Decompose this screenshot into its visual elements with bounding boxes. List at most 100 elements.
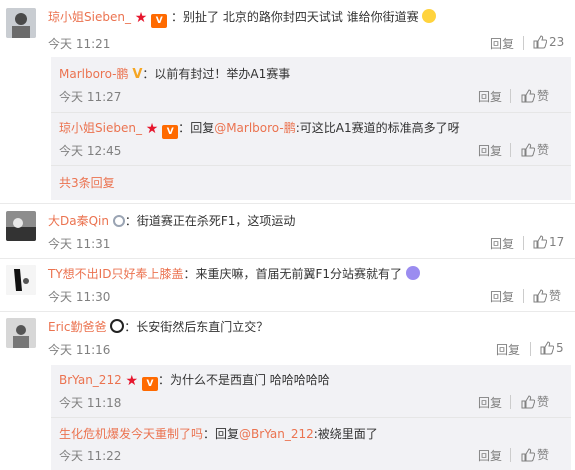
divider	[523, 289, 524, 303]
avatar[interactable]	[6, 318, 36, 348]
divider	[51, 112, 571, 113]
colon: ：	[124, 214, 137, 228]
medal-icon	[112, 215, 125, 227]
mention-link[interactable]: @Marlboro-鹏	[214, 121, 296, 135]
reply-button[interactable]: 回复	[478, 142, 502, 159]
like-button[interactable]: 17	[533, 234, 564, 249]
thumb-up-icon	[521, 394, 535, 408]
like-count: 5	[556, 340, 564, 355]
star-icon: ★	[125, 373, 139, 389]
thumb-up-icon	[533, 234, 547, 248]
like-label: 赞	[549, 289, 562, 303]
reply-button[interactable]: 回复	[478, 88, 502, 105]
like-count: 17	[549, 234, 565, 249]
reply-content: BrYan_212 ★ V ：为什么不是西直门 哈哈哈哈哈	[59, 372, 330, 391]
colon: ：	[183, 267, 196, 281]
thumb-up-icon	[521, 447, 535, 461]
avatar[interactable]	[6, 265, 36, 295]
divider	[523, 36, 524, 50]
avatar[interactable]	[6, 8, 36, 38]
thumb-up-icon	[521, 88, 535, 102]
divider	[523, 236, 524, 250]
thumb-up-icon	[533, 288, 547, 302]
reply-text: 为什么不是西直门 哈哈哈哈哈	[169, 373, 330, 387]
comment-text: 长安街然后东直门立交？	[136, 320, 269, 334]
reply-content: 琼小姐Sieben_ ★ V ：回复@Marlboro-鹏:可这比A1赛道的标准高…	[59, 120, 460, 139]
divider	[0, 258, 575, 259]
panda-icon	[110, 319, 125, 333]
reply-prefix: 回复	[215, 427, 240, 441]
colon: ：	[142, 67, 155, 81]
reply-button[interactable]: 回复	[478, 447, 502, 464]
divider	[510, 143, 511, 157]
reply-button[interactable]: 回复	[490, 235, 514, 252]
reply-button[interactable]: 回复	[490, 35, 514, 52]
thumb-up-icon	[540, 340, 554, 354]
comment-content: TY想不出ID只好奉上膝盖：来重庆嘛，首届无前翼F1分站赛就有了	[48, 266, 420, 282]
reply-prefix: 回复	[190, 121, 215, 135]
reply-button[interactable]: 回复	[490, 288, 514, 305]
divider	[510, 395, 511, 409]
like-label: 赞	[537, 89, 550, 103]
reply-time: 今天 11:22	[59, 449, 122, 463]
divider	[51, 417, 571, 418]
reply-text: 以前有封过！举办A1赛事	[154, 67, 291, 81]
comment-content: 琼小姐Sieben_ ★ V ：别扯了 北京的路你封四天试试 谁给你街道赛	[48, 9, 437, 28]
face-emoji-icon	[422, 9, 437, 23]
username[interactable]: 大Da秦Qin	[48, 214, 109, 228]
like-button[interactable]: 赞	[521, 141, 549, 158]
avatar[interactable]	[6, 211, 36, 241]
comment-text: 别扯了 北京的路你封四天试试 谁给你街道赛	[183, 10, 419, 24]
like-button[interactable]: 赞	[521, 87, 549, 104]
reply-box: BrYan_212 ★ V ：为什么不是西直门 哈哈哈哈哈 今天 11:18 回复…	[51, 365, 571, 470]
reply-button[interactable]: 回复	[478, 394, 502, 411]
reply-time: 今天 11:27	[59, 90, 122, 104]
reply-button[interactable]: 回复	[496, 341, 520, 358]
username[interactable]: BrYan_212	[59, 373, 122, 387]
username[interactable]: Eric勤爸爸	[48, 320, 106, 334]
comment-content: Eric勤爸爸 ：长安街然后东直门立交？	[48, 319, 268, 335]
colon: ：	[178, 121, 191, 135]
vip-icon: V	[162, 125, 179, 139]
username[interactable]: 琼小姐Sieben_	[48, 10, 131, 24]
like-button[interactable]: 赞	[521, 446, 549, 463]
like-label: 赞	[537, 143, 550, 157]
username[interactable]: TY想不出ID只好奉上膝盖	[48, 267, 183, 281]
comment-text: 街道赛正在杀死F1，这项运动	[136, 214, 296, 228]
divider	[0, 203, 575, 204]
like-button[interactable]: 赞	[533, 287, 561, 304]
reply-text: :被绕里面了	[313, 427, 378, 441]
divider	[530, 342, 531, 356]
comment-text: 来重庆嘛，首届无前翼F1分站赛就有了	[195, 267, 403, 281]
reply-content: Marlboro-鹏 V：以前有封过！举办A1赛事	[59, 66, 290, 83]
colon: ：	[171, 10, 184, 24]
verified-icon: V	[132, 67, 143, 82]
dizzy-emoji-icon	[405, 266, 420, 280]
like-button[interactable]: 23	[533, 34, 564, 49]
thumb-up-icon	[521, 142, 535, 156]
vip-icon: V	[151, 14, 168, 28]
star-icon: ★	[134, 10, 148, 26]
mention-link[interactable]: @BrYan_212	[239, 427, 314, 441]
divider	[51, 165, 571, 166]
colon: ：	[124, 320, 137, 334]
reply-time: 今天 12:45	[59, 144, 122, 158]
like-label: 赞	[537, 395, 550, 409]
like-count: 23	[549, 34, 565, 49]
colon: ：	[157, 373, 170, 387]
like-button[interactable]: 5	[540, 340, 564, 355]
comment-time: 今天 11:30	[48, 290, 111, 304]
more-replies-link[interactable]: 共3条回复	[59, 174, 115, 191]
colon: ：	[203, 427, 216, 441]
divider	[510, 448, 511, 462]
username[interactable]: 生化危机爆发今天重制了吗	[59, 427, 203, 441]
comment-content: 大Da秦Qin ：街道赛正在杀死F1，这项运动	[48, 213, 295, 229]
comment-time: 今天 11:16	[48, 343, 111, 357]
star-icon: ★	[145, 121, 159, 137]
username[interactable]: 琼小姐Sieben_	[59, 121, 142, 135]
like-button[interactable]: 赞	[521, 393, 549, 410]
like-label: 赞	[537, 448, 550, 462]
reply-box: Marlboro-鹏 V：以前有封过！举办A1赛事 今天 11:27 回复 赞 …	[51, 57, 571, 200]
username[interactable]: Marlboro-鹏	[59, 67, 129, 81]
reply-time: 今天 11:18	[59, 396, 122, 410]
